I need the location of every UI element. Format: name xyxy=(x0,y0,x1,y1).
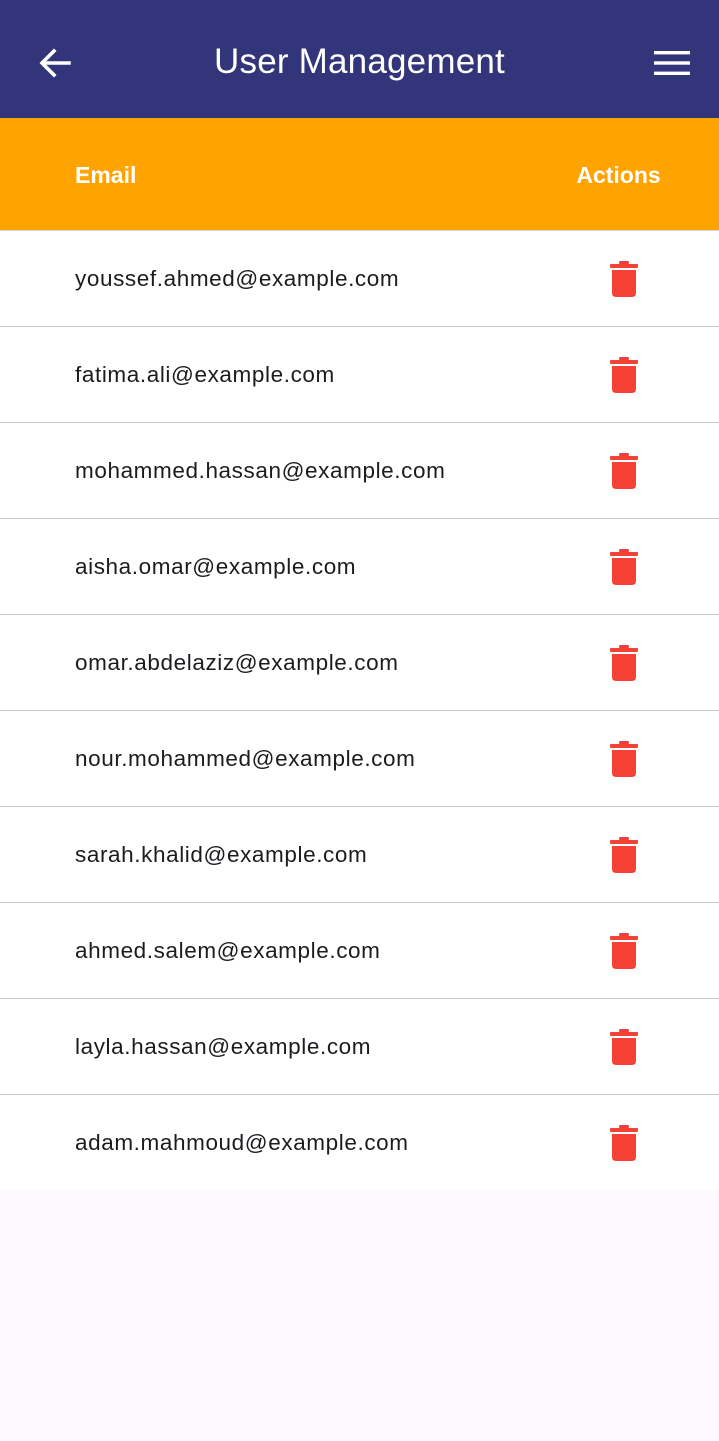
trash-icon xyxy=(610,1125,638,1161)
column-header-email: Email xyxy=(75,162,137,188)
delete-user-button[interactable] xyxy=(596,351,652,399)
delete-user-button[interactable] xyxy=(596,639,652,687)
delete-user-button[interactable] xyxy=(596,735,652,783)
table-row: mohammed.hassan@example.com xyxy=(0,422,719,518)
delete-user-button[interactable] xyxy=(596,1023,652,1071)
user-email: youssef.ahmed@example.com xyxy=(75,266,400,291)
menu-button[interactable] xyxy=(640,34,704,92)
delete-user-button[interactable] xyxy=(596,1119,652,1167)
hamburger-menu-icon xyxy=(654,51,690,75)
trash-icon xyxy=(610,261,638,297)
trash-icon xyxy=(610,1029,638,1065)
trash-icon xyxy=(610,741,638,777)
table-row: adam.mahmoud@example.com xyxy=(0,1094,719,1190)
table-row: layla.hassan@example.com xyxy=(0,998,719,1094)
trash-icon xyxy=(610,357,638,393)
user-table-body: youssef.ahmed@example.com fatima.ali@exam… xyxy=(0,230,719,1190)
user-email: layla.hassan@example.com xyxy=(75,1034,372,1059)
user-email: adam.mahmoud@example.com xyxy=(75,1130,409,1155)
table-header: Email Actions xyxy=(0,118,719,230)
trash-icon xyxy=(610,645,638,681)
trash-icon xyxy=(610,933,638,969)
table-row: ahmed.salem@example.com xyxy=(0,902,719,998)
delete-user-button[interactable] xyxy=(596,543,652,591)
app-screen: User Management Email Actions youssef.ah… xyxy=(0,0,719,1441)
arrow-back-icon xyxy=(39,48,71,78)
trash-icon xyxy=(610,837,638,873)
table-row: nour.mohammed@example.com xyxy=(0,710,719,806)
app-bar: User Management xyxy=(0,0,719,118)
user-email: aisha.omar@example.com xyxy=(75,554,357,579)
user-email: ahmed.salem@example.com xyxy=(75,938,381,963)
delete-user-button[interactable] xyxy=(596,255,652,303)
user-email: mohammed.hassan@example.com xyxy=(75,458,446,483)
user-email: nour.mohammed@example.com xyxy=(75,746,416,771)
table-row: sarah.khalid@example.com xyxy=(0,806,719,902)
trash-icon xyxy=(610,453,638,489)
user-email: fatima.ali@example.com xyxy=(75,362,335,387)
table-row: fatima.ali@example.com xyxy=(0,326,719,422)
back-button[interactable] xyxy=(26,34,84,92)
user-email: sarah.khalid@example.com xyxy=(75,842,368,867)
column-header-actions: Actions xyxy=(576,162,661,188)
trash-icon xyxy=(610,549,638,585)
table-row: omar.abdelaziz@example.com xyxy=(0,614,719,710)
delete-user-button[interactable] xyxy=(596,831,652,879)
table-row: youssef.ahmed@example.com xyxy=(0,230,719,326)
delete-user-button[interactable] xyxy=(596,927,652,975)
delete-user-button[interactable] xyxy=(596,447,652,495)
user-email: omar.abdelaziz@example.com xyxy=(75,650,399,675)
table-row: aisha.omar@example.com xyxy=(0,518,719,614)
page-title: User Management xyxy=(214,42,505,81)
